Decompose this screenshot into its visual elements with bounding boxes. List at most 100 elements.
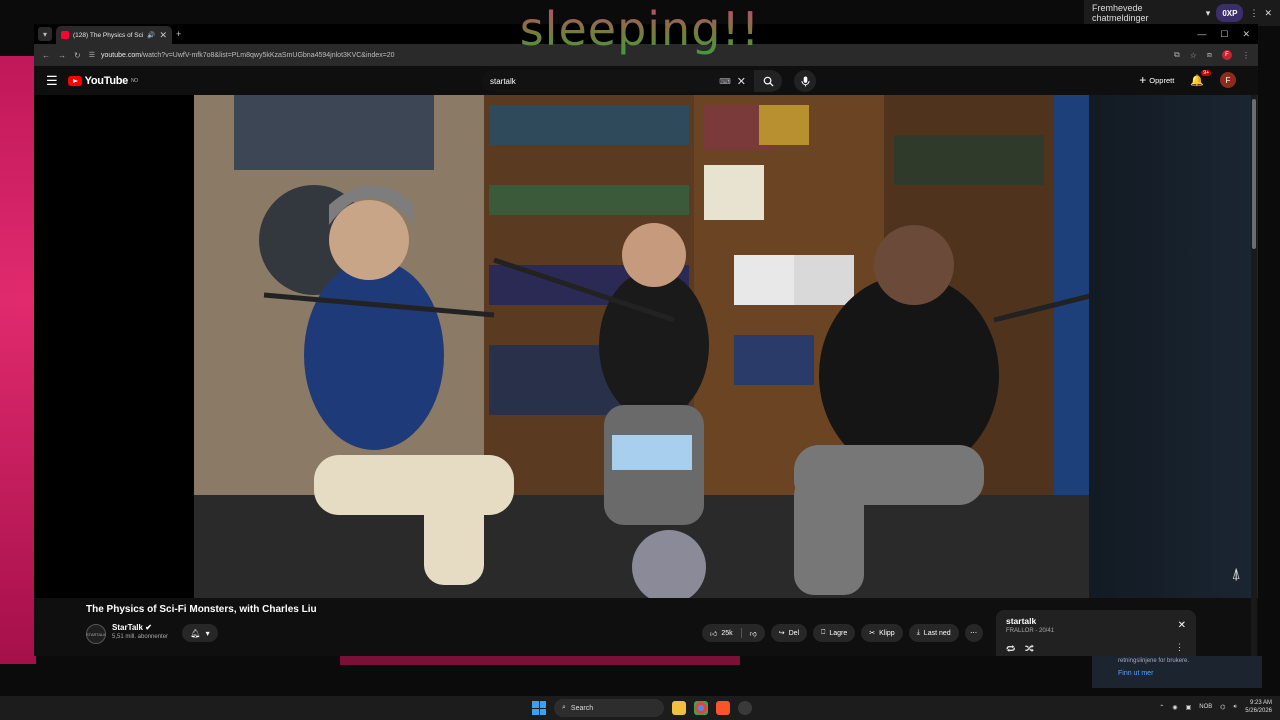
playlist-subtitle: FRALLOR - 20/41 <box>1006 628 1055 634</box>
verified-icon: ✔ <box>145 623 152 632</box>
windows-start-icon[interactable] <box>532 701 546 715</box>
forward-icon[interactable]: → <box>58 51 66 60</box>
playlist-more-icon[interactable]: ⋮ <box>1175 642 1184 653</box>
youtube-logo[interactable]: YouTube NO <box>67 75 138 87</box>
tab-strip: ▾ (128) The Physics of Sci-Fi Monsters 🔊… <box>34 24 1258 44</box>
network-icon[interactable]: ⌬ <box>1220 704 1225 711</box>
extensions-icon[interactable]: ⧈ <box>1207 50 1212 60</box>
loop-icon[interactable]: 🔁︎ <box>1006 643 1015 656</box>
clip-button[interactable]: ✂ Klipp <box>861 624 903 642</box>
language-label[interactable]: NOB <box>1199 704 1212 710</box>
brave-icon[interactable] <box>716 701 730 715</box>
chevron-down-icon: ▾ <box>205 628 210 638</box>
new-tab-icon[interactable]: + <box>176 29 181 39</box>
like-button[interactable]: 👍︎ 25k <box>702 624 741 642</box>
back-icon[interactable]: ← <box>42 51 50 60</box>
clear-search-icon[interactable]: ✕ <box>737 75 746 88</box>
scroll-thumb[interactable] <box>1252 99 1256 249</box>
volume-icon[interactable]: 🔉︎ <box>1234 704 1238 711</box>
tray-app-icon[interactable]: ▣ <box>1186 704 1192 711</box>
tab-close-icon[interactable]: ✕ <box>159 30 167 41</box>
more-vert-icon[interactable]: ⋮ <box>1249 8 1258 19</box>
create-label: Opprett <box>1149 75 1175 85</box>
chrome-icon[interactable] <box>694 701 708 715</box>
background-popup: retningslinjene for brukere. Finn ut mer <box>1092 656 1262 688</box>
search-button[interactable] <box>754 70 782 92</box>
subscribed-button[interactable]: 🔔︎ ▾ <box>182 624 218 642</box>
taskbar: ⌕ Search ⌃ ◉ ▣ NOB ⌬ 🔉︎ 9:23 AM 5/26/202… <box>0 696 1280 720</box>
browser-window: ▾ (128) The Physics of Sci-Fi Monsters 🔊… <box>34 24 1258 656</box>
maximize-icon[interactable]: ☐ <box>1220 29 1228 40</box>
share-label: Del <box>788 629 800 637</box>
search-input[interactable]: startalk ⌨ ✕ <box>482 70 754 92</box>
tab-youtube[interactable]: (128) The Physics of Sci-Fi Monsters 🔊 ✕ <box>56 26 172 44</box>
channel-name[interactable]: StarTalk ✔ <box>112 623 152 632</box>
taskbar-search[interactable]: ⌕ Search <box>554 699 664 717</box>
file-explorer-icon[interactable] <box>672 701 686 715</box>
url-host: youtube.com <box>100 51 142 59</box>
tray-app-icon[interactable]: ◉ <box>1172 704 1177 711</box>
notifications-button[interactable]: 🔔 9+ <box>1190 69 1211 87</box>
site-info-icon[interactable]: ☰ <box>89 51 95 59</box>
player-side-backdrop <box>1089 95 1258 598</box>
account-avatar[interactable]: F <box>1220 72 1236 88</box>
more-horiz-icon: ⋯ <box>970 630 978 637</box>
bookmark-icon: ⎕ <box>821 629 826 636</box>
search-group: startalk ⌨ ✕ <box>482 70 816 92</box>
download-label: Last ned <box>923 629 951 637</box>
youtube-play-icon <box>67 76 82 86</box>
scissors-icon: ✂ <box>869 630 876 637</box>
share-button[interactable]: ↪ Del <box>770 624 808 642</box>
video-player[interactable] <box>194 95 1089 598</box>
reload-icon[interactable]: ↻ <box>74 51 81 60</box>
obs-icon[interactable] <box>738 701 752 715</box>
player-area: ⍋ <box>34 95 1258 598</box>
minimize-icon[interactable]: — <box>1197 29 1206 40</box>
taskbar-search-label: Search <box>570 704 594 712</box>
more-actions-button[interactable]: ⋯ <box>964 624 983 642</box>
search-value: startalk <box>490 76 516 86</box>
url-path: /watch?v=UwfV-mfk7o8&list=PLm8qwy5kKzaSm… <box>141 51 395 59</box>
install-app-icon[interactable]: ⧉ <box>1174 50 1180 60</box>
menu-icon[interactable]: ☰ <box>46 73 58 89</box>
url-field[interactable]: ☰ youtube.com/watch?v=UwfV-mfk7o8&list=P… <box>88 47 1167 63</box>
channel-watermark-icon[interactable]: ⍋ <box>1231 566 1241 584</box>
save-button[interactable]: ⎕ Lagre <box>813 624 856 642</box>
keyboard-icon[interactable]: ⌨ <box>719 77 731 86</box>
window-close-icon[interactable]: ✕ <box>1242 29 1250 40</box>
logo-text: YouTube <box>84 75 129 87</box>
channel-avatar[interactable]: STARTALK <box>86 624 106 644</box>
voice-search-button[interactable] <box>794 70 816 92</box>
playlist-title[interactable]: startalk <box>1006 616 1186 626</box>
browser-menu-icon[interactable]: ⋮ <box>1242 51 1250 60</box>
create-button[interactable]: + Opprett <box>1139 73 1174 87</box>
video-frame-image <box>194 95 1089 598</box>
download-button[interactable]: ⤓ Last ned <box>908 624 959 642</box>
xp-badge: 0XP <box>1216 4 1244 22</box>
dislike-button[interactable]: 👎︎ <box>742 624 765 642</box>
close-icon[interactable]: ✕ <box>1264 8 1272 19</box>
speaker-icon[interactable]: 🔊 <box>147 31 155 39</box>
notification-badge: 9+ <box>1201 69 1211 76</box>
download-icon: ⤓ <box>916 629 920 636</box>
chevron-down-icon[interactable]: ▾ <box>1206 8 1211 19</box>
video-actions: 👍︎ 25k 👎︎ ↪ Del ⎕ Lagre ✂ Klipp ⤓ Last n… <box>702 624 983 642</box>
background-window-edge <box>0 56 36 664</box>
playlist-panel: startalk FRALLOR - 20/41 ✕ 🔁︎ 🔀︎ ⋮ <box>996 610 1196 656</box>
region-code: NO <box>130 78 138 84</box>
bookmark-star-icon[interactable]: ☆ <box>1190 51 1197 60</box>
clip-label: Klipp <box>879 629 895 637</box>
tab-search-icon[interactable]: ▾ <box>38 27 52 41</box>
shuffle-icon[interactable]: 🔀︎ <box>1025 643 1034 656</box>
page-scrollbar[interactable] <box>1251 95 1257 656</box>
clock[interactable]: 9:23 AM 5/26/2026 <box>1245 699 1272 715</box>
video-title: The Physics of Sci-Fi Monsters, with Cha… <box>86 604 317 615</box>
share-icon: ↪ <box>778 630 785 637</box>
bell-icon: 🔔 <box>1190 74 1204 87</box>
learn-more-link[interactable]: Finn ut mer <box>1118 670 1236 677</box>
playlist-close-icon[interactable]: ✕ <box>1178 620 1186 631</box>
like-dislike-group: 👍︎ 25k 👎︎ <box>702 624 765 642</box>
chevron-up-icon[interactable]: ⌃ <box>1159 704 1164 711</box>
system-tray: ⌃ ◉ ▣ NOB ⌬ 🔉︎ 9:23 AM 5/26/2026 <box>1159 699 1272 715</box>
profile-avatar[interactable]: F <box>1222 50 1232 60</box>
